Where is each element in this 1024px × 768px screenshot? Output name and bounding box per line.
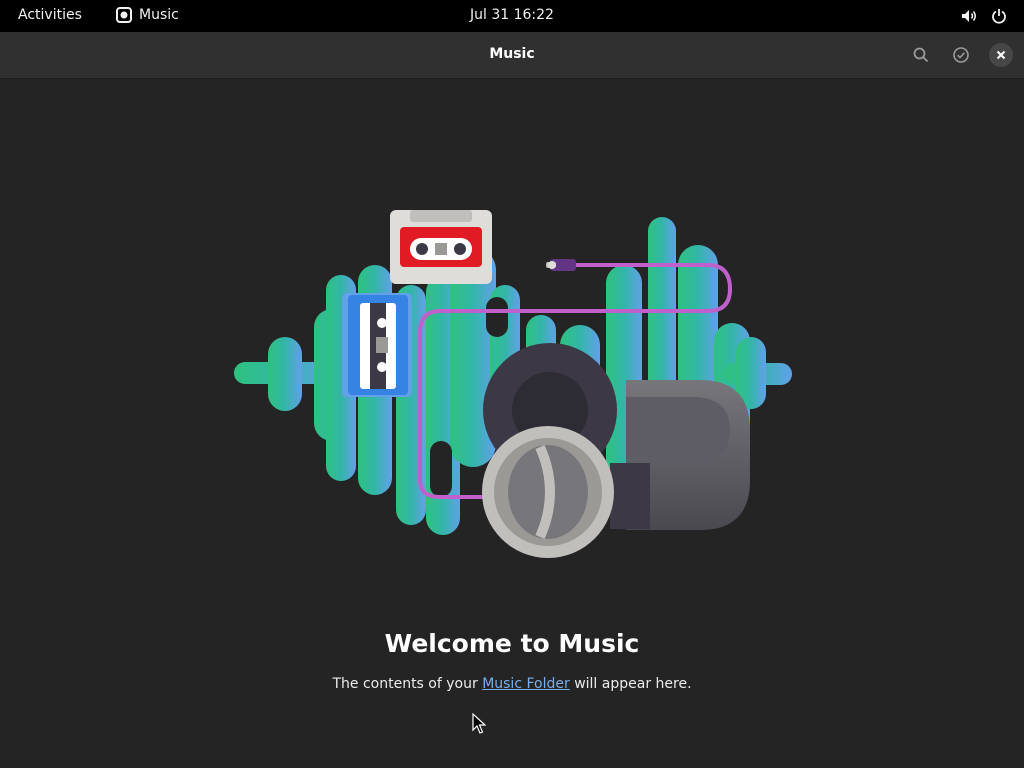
select-button[interactable] [949, 43, 973, 67]
speaker-icon[interactable] [960, 7, 978, 25]
empty-state-text-after: will appear here. [569, 676, 692, 692]
system-tray[interactable] [960, 7, 1008, 25]
music-folder-link[interactable]: Music Folder [482, 676, 570, 692]
select-check-icon [953, 47, 969, 63]
music-app-icon [116, 7, 132, 23]
power-icon[interactable] [990, 7, 1008, 25]
red-cassette [390, 210, 492, 284]
search-icon [913, 47, 929, 63]
activities-button[interactable]: Activities [18, 7, 82, 23]
search-button[interactable] [909, 43, 933, 67]
top-bar: Activities Music Jul 31 16:22 [0, 0, 1024, 32]
empty-state-text-before: The contents of your [332, 676, 483, 692]
clock[interactable]: Jul 31 16:22 [470, 7, 554, 23]
blue-cassette [342, 293, 412, 397]
welcome-heading: Welcome to Music [384, 629, 640, 658]
mouse-cursor-icon [472, 713, 486, 734]
header-bar: Music [0, 32, 1024, 79]
close-button[interactable] [989, 43, 1013, 67]
app-menu-label: Music [139, 7, 179, 23]
app-menu[interactable]: Music [116, 7, 179, 23]
music-illustration [234, 210, 792, 558]
close-icon [996, 50, 1006, 60]
empty-state-text: The contents of your Music Folder will a… [0, 676, 1024, 692]
window-title: Music [489, 46, 535, 62]
